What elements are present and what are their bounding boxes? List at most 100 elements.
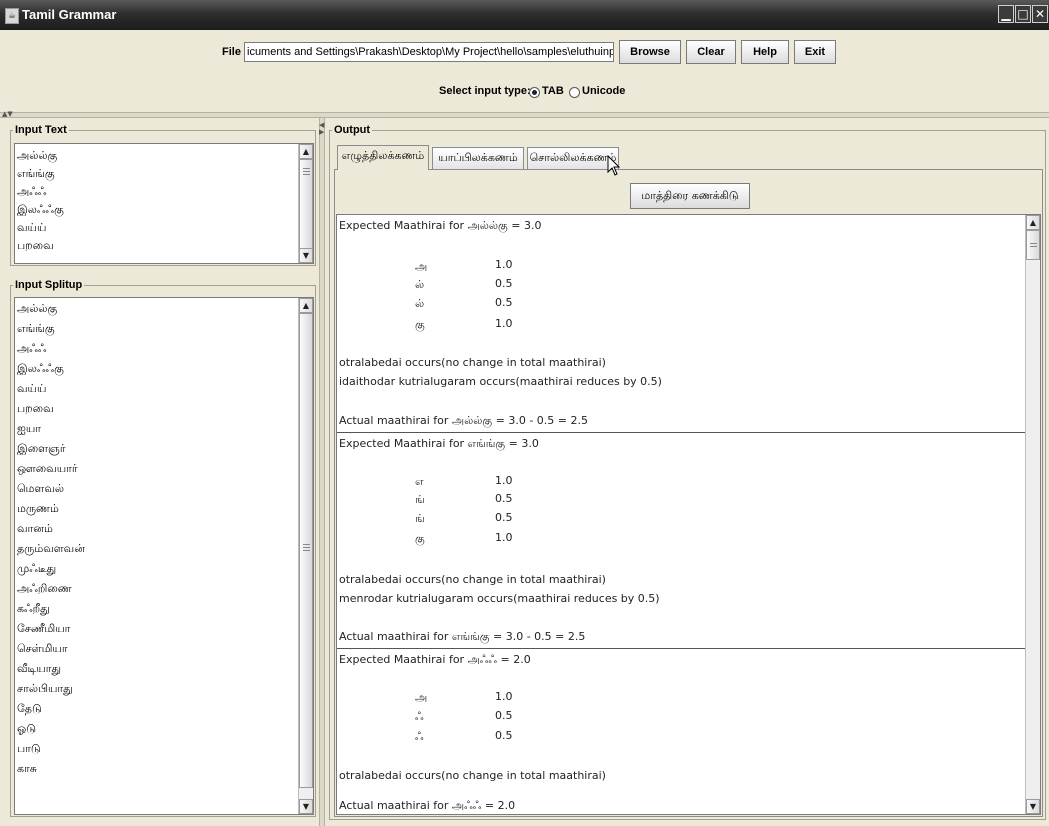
horizontal-splitter[interactable]: ▲▼ — [0, 110, 1049, 118]
letter: ல் — [415, 278, 425, 291]
actual-line: Actual maathirai for அஃஃ = 2.0 — [339, 799, 516, 812]
list-item[interactable]: மருணம் — [15, 499, 313, 519]
input-splitup-scrollbar[interactable]: ▲ ▼ — [298, 298, 313, 814]
expected-line: Expected Maathirai for அஃஃ = 2.0 — [339, 653, 531, 666]
list-item[interactable]: ஔவையார் — [15, 459, 313, 479]
output-block: Expected Maathirai for அஃஃ = 2.0 அ 1.0 ஃ… — [337, 649, 1027, 814]
list-item[interactable]: அஃறிணை — [15, 579, 313, 599]
letter: அ — [415, 691, 428, 704]
tab-radio-label: TAB — [542, 85, 564, 97]
scroll-down-icon[interactable]: ▼ — [299, 799, 313, 814]
list-item[interactable]: பறவை — [15, 399, 313, 419]
list-item[interactable]: அல்ல்கு — [15, 299, 313, 319]
tab-radio[interactable] — [529, 87, 540, 98]
note-line: otralabedai occurs(no change in total ma… — [339, 573, 606, 586]
output-block: Expected Maathirai for அல்ல்கு = 3.0 அ 1… — [337, 215, 1027, 433]
tab-sol[interactable]: சொல்லிலக்கணம் — [527, 147, 619, 169]
list-item[interactable]: மௌவல் — [15, 479, 313, 499]
list-item[interactable]: பாடு — [15, 739, 313, 759]
list-item[interactable]: வீடியாது — [15, 659, 313, 679]
list-item[interactable]: கஃறீது — [15, 599, 313, 619]
list-item[interactable]: தரும்வளவன் — [15, 539, 313, 559]
input-splitup-list[interactable]: அல்ல்கு எங்ங்கு அஃஃ இலஃஃகு வய்ய் பறவை ஐய… — [14, 297, 314, 815]
list-item[interactable]: பறவை — [15, 237, 313, 255]
maximize-button[interactable]: □ — [1015, 5, 1031, 23]
list-item[interactable]: வய்ய் — [15, 379, 313, 399]
input-splitup-title: Input Splitup — [13, 279, 85, 291]
output-text-area[interactable]: Expected Maathirai for அல்ல்கு = 3.0 அ 1… — [336, 214, 1041, 815]
scroll-up-icon[interactable]: ▲ — [299, 298, 313, 313]
calculate-maathirai-button[interactable]: மாத்திரை கணக்கிடு — [630, 183, 750, 209]
scroll-down-icon[interactable]: ▼ — [1026, 799, 1040, 814]
close-button[interactable]: ✕ — [1032, 5, 1048, 23]
tab-eluthu[interactable]: எழுத்திலக்கணம் — [337, 145, 429, 170]
splitup-items: அல்ல்கு எங்ங்கு அஃஃ இலஃஃகு வய்ய் பறவை ஐய… — [15, 298, 313, 779]
note-line: otralabedai occurs(no change in total ma… — [339, 356, 606, 369]
list-item[interactable]: செள்மியா — [15, 639, 313, 659]
list-item[interactable]: சால்பியாது — [15, 679, 313, 699]
scroll-thumb[interactable] — [299, 313, 313, 788]
list-item[interactable]: காசு — [15, 759, 313, 779]
input-text-list[interactable]: அல்ல்கு எங்ங்கு அஃஃ இலஃஃகு வய்ய் பறவை ▲ … — [14, 143, 314, 264]
vertical-splitter[interactable]: ◀ ▶ — [319, 118, 325, 826]
splitter-arrows-icon[interactable]: ▲▼ — [2, 110, 13, 118]
list-item[interactable]: சேணீமியா — [15, 619, 313, 639]
output-block: Expected Maathirai for எங்ங்கு = 3.0 எ 1… — [337, 433, 1027, 649]
letter: ல் — [415, 297, 425, 310]
browse-button[interactable]: Browse — [619, 40, 681, 64]
list-item[interactable]: அஃஃ — [15, 183, 313, 201]
list-item[interactable]: வய்ய் — [15, 219, 313, 237]
unicode-radio-label: Unicode — [582, 85, 626, 97]
java-cup-icon: ☕ — [5, 8, 19, 24]
scroll-thumb[interactable] — [299, 159, 313, 249]
list-item[interactable]: ஐயா — [15, 419, 313, 439]
letter: அ — [415, 260, 428, 273]
list-item[interactable]: தேடு — [15, 699, 313, 719]
scroll-up-icon[interactable]: ▲ — [1026, 215, 1040, 230]
list-item[interactable]: அல்ல்கு — [15, 147, 313, 165]
list-item[interactable]: இலஃஃகு — [15, 201, 313, 219]
output-title: Output — [332, 124, 373, 136]
input-type-label: Select input type: — [439, 85, 531, 97]
tab-yappu[interactable]: யாப்பிலக்கணம் — [432, 147, 524, 169]
input-text-scrollbar[interactable]: ▲ ▼ — [298, 144, 313, 263]
scroll-down-icon[interactable]: ▼ — [299, 248, 313, 263]
clear-button[interactable]: Clear — [686, 40, 736, 64]
value: 1.0 — [495, 690, 513, 703]
letter: ங் — [415, 512, 425, 525]
list-item[interactable]: எங்ங்கு — [15, 319, 313, 339]
minimize-button[interactable]: ▁ — [998, 5, 1014, 23]
title-bar: ☕ Tamil Grammar ▁ □ ✕ — [0, 0, 1049, 30]
value: 0.5 — [495, 277, 513, 290]
unicode-radio[interactable] — [569, 87, 580, 98]
note-line: menrodar kutrialugaram occurs(maathirai … — [339, 592, 660, 605]
note-line: otralabedai occurs(no change in total ma… — [339, 769, 606, 782]
letter: கு — [415, 532, 425, 545]
file-path-field[interactable]: icuments and Settings\Prakash\Desktop\My… — [244, 42, 614, 62]
window-title: Tamil Grammar — [22, 7, 117, 22]
scroll-thumb[interactable] — [1026, 230, 1040, 260]
exit-button[interactable]: Exit — [794, 40, 836, 64]
output-scrollbar[interactable]: ▲ ▼ — [1025, 215, 1040, 814]
scroll-up-icon[interactable]: ▲ — [299, 144, 313, 159]
value: 0.5 — [495, 511, 513, 524]
list-item[interactable]: வானம் — [15, 519, 313, 539]
list-item[interactable]: முஃடீது — [15, 559, 313, 579]
input-text-title: Input Text — [13, 124, 69, 136]
help-button[interactable]: Help — [741, 40, 789, 64]
list-item[interactable]: ஓடு — [15, 719, 313, 739]
letter: ங் — [415, 493, 425, 506]
value: 0.5 — [495, 296, 513, 309]
list-item[interactable]: இளைஞர் — [15, 439, 313, 459]
note-line: idaithodar kutrialugaram occurs(maathira… — [339, 375, 662, 388]
file-label: File — [222, 46, 241, 58]
list-item[interactable]: எங்ங்கு — [15, 165, 313, 183]
list-item[interactable]: அஃஃ — [15, 339, 313, 359]
splitter-arrows-icon[interactable]: ◀ ▶ — [319, 122, 324, 136]
letter: ஃ — [415, 730, 424, 743]
value: 1.0 — [495, 317, 513, 330]
mouse-cursor-icon — [607, 155, 621, 176]
value: 0.5 — [495, 709, 513, 722]
list-item[interactable]: இலஃஃகு — [15, 359, 313, 379]
value: 0.5 — [495, 729, 513, 742]
